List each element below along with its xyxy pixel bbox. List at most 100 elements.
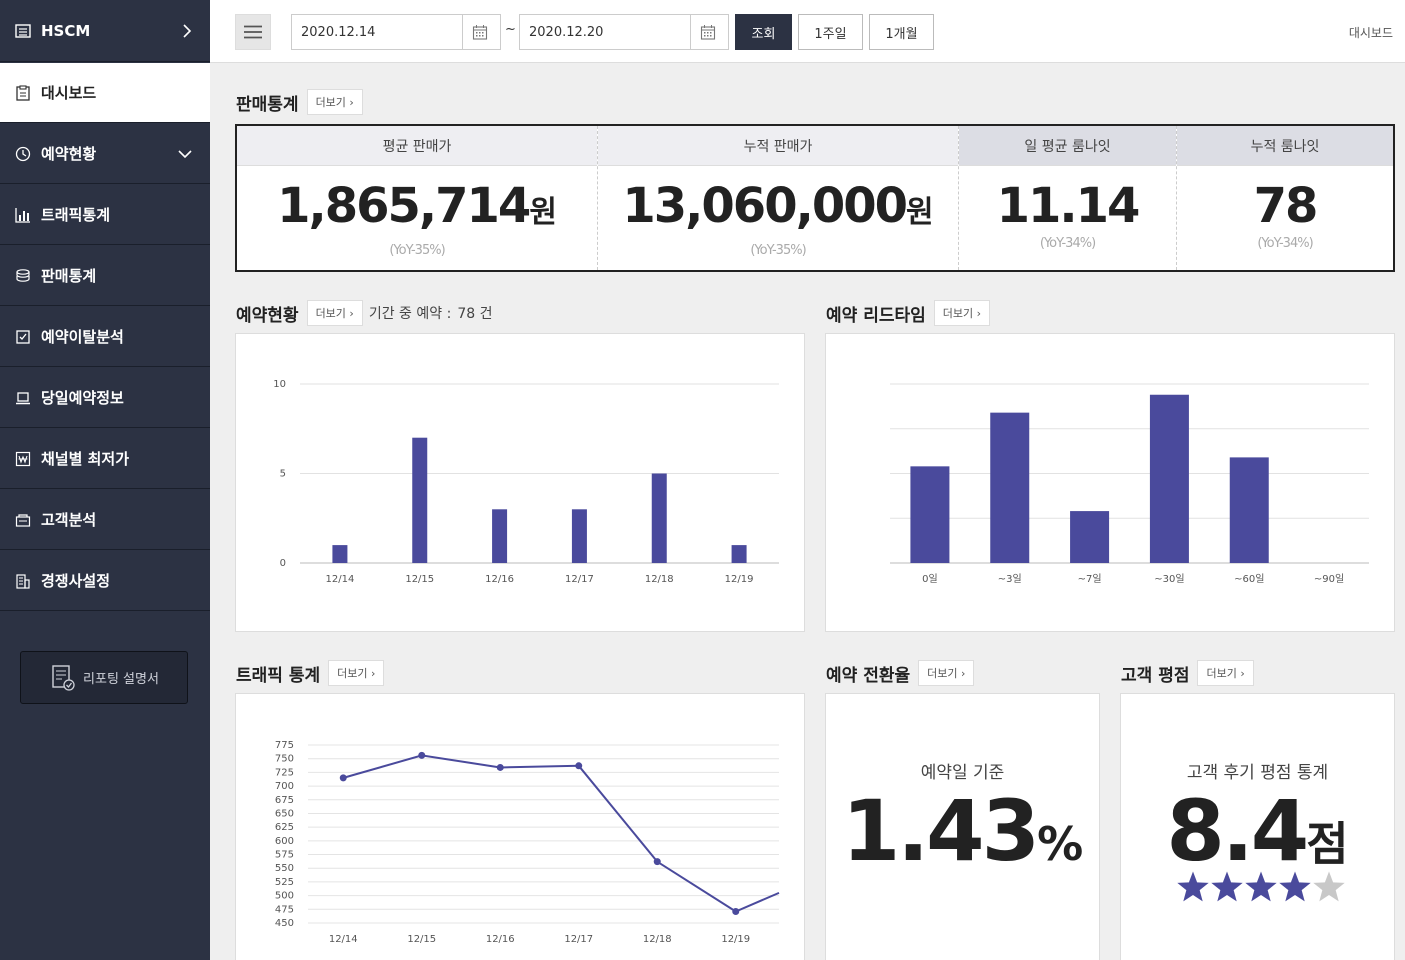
reporting-guide-label: 리포팅 설명서 <box>83 672 159 687</box>
bar <box>1229 457 1269 563</box>
reporting-guide-button[interactable]: 리포팅 설명서 <box>20 651 188 704</box>
x-tick-label: 12/18 <box>643 934 672 945</box>
data-point <box>732 907 740 915</box>
more-label: 더보기 <box>315 96 346 109</box>
rating-more-button[interactable]: 더보기 › <box>1197 660 1254 686</box>
sidebar-item-label: 트래픽통계 <box>41 206 111 224</box>
sidebar-item-label: 대시보드 <box>41 84 97 102</box>
building-icon <box>14 572 32 590</box>
stat-label: 누적 판매가 <box>598 126 958 166</box>
x-tick-label: 12/15 <box>405 574 434 585</box>
x-tick-label: 12/17 <box>565 574 594 585</box>
sidebar-item-today[interactable]: 당일예약정보 <box>0 368 210 428</box>
more-label: 더보기 <box>337 667 368 680</box>
stat-value: 1,865,714원 <box>277 178 557 234</box>
stat-total-price: 누적 판매가 13,060,000원 (YoY-35%) <box>598 126 959 270</box>
sidebar-item-lowest-price[interactable]: 채널별 최저가 <box>0 429 210 489</box>
y-tick-label: 575 <box>275 850 294 861</box>
traffic-line-chart: 450 475 500 525 550 575 600 625 650 675 700 725 750 7… <box>275 740 780 945</box>
rating-panel: 고객 후기 평점 통계 8.4점 <box>1120 693 1395 960</box>
hamburger-icon <box>244 25 262 39</box>
y-tick-label: 675 <box>275 795 294 806</box>
y-tick-label: 775 <box>275 740 294 751</box>
stat-value: 78 <box>1253 178 1319 234</box>
one-week-button[interactable]: 1주일 <box>798 14 863 50</box>
y-tick-label: 500 <box>275 891 294 902</box>
checklist-icon <box>14 328 32 346</box>
bar <box>1070 511 1110 563</box>
rating-value: 8.4점 <box>1166 782 1349 880</box>
rating-section-title: 고객 평점 더보기 › <box>1121 660 1254 686</box>
leadtime-more-button[interactable]: 더보기 › <box>933 300 991 326</box>
conversion-label: 예약일 기준 <box>920 763 1005 783</box>
sidebar-brand[interactable]: HSCM <box>0 0 210 62</box>
sales-more-button[interactable]: 더보기 › <box>306 89 363 115</box>
sidebar-item-sales[interactable]: 판매통계 <box>0 246 210 306</box>
stat-avg-price: 평균 판매가 1,865,714원 (YoY-35%) <box>237 126 598 270</box>
sidebar-item-label: 경쟁사설정 <box>41 572 111 590</box>
data-point <box>653 858 661 866</box>
reservation-section-title: 예약현황 더보기 › 기간 중 예약 : 78 건 <box>236 300 492 326</box>
sidebar-item-reservation[interactable]: 예약현황 <box>0 124 210 184</box>
star-icon <box>1279 871 1311 902</box>
y-tick-label: 5 <box>280 469 286 480</box>
sidebar-item-customer[interactable]: 고객분석 <box>0 490 210 550</box>
leadtime-section-title: 예약 리드타임 더보기 › <box>826 300 991 326</box>
y-tick-label: 475 <box>275 904 294 915</box>
stat-yoy: (YoY-35%) <box>750 243 806 258</box>
section-title-text: 예약 전환율 <box>826 665 911 686</box>
sidebar-item-competitor[interactable]: 경쟁사설정 <box>0 551 210 611</box>
sidebar-item-label: 당일예약정보 <box>41 389 124 407</box>
data-point <box>496 763 504 771</box>
start-date-field[interactable] <box>291 14 501 50</box>
sidebar-item-label: 고객분석 <box>41 511 97 529</box>
section-title-text: 고객 평점 <box>1121 665 1190 686</box>
calendar-icon[interactable] <box>690 15 724 49</box>
stat-label: 일 평균 룸나잇 <box>959 126 1176 166</box>
won-icon <box>14 450 32 468</box>
bar <box>990 412 1030 563</box>
start-date-input[interactable] <box>292 24 462 40</box>
x-tick-label: 12/14 <box>329 934 358 945</box>
x-tick-label: ~3일 <box>998 573 1022 585</box>
end-date-input[interactable] <box>520 24 690 40</box>
x-tick-label: ~7일 <box>1078 573 1102 585</box>
sales-stats-table: 평균 판매가 1,865,714원 (YoY-35%) 누적 판매가 13,06… <box>235 124 1395 272</box>
conversion-value: 1.43% <box>841 782 1084 880</box>
stat-value: 13,060,000원 <box>622 178 934 234</box>
bar <box>1149 394 1189 563</box>
bar <box>651 473 667 563</box>
sidebar-item-label: 채널별 최저가 <box>41 450 130 468</box>
sidebar-item-dashboard[interactable]: 대시보드 <box>0 63 210 123</box>
section-title-text: 예약 리드타임 <box>826 305 926 326</box>
rating-label: 고객 후기 평점 통계 <box>1186 763 1329 783</box>
bar-chart-icon <box>14 206 32 224</box>
sidebar-item-label: 판매통계 <box>41 267 97 285</box>
series-line <box>342 754 780 913</box>
data-point <box>418 751 426 759</box>
menu-toggle-button[interactable] <box>235 14 271 50</box>
more-label: 더보기 <box>942 307 974 320</box>
search-button[interactable]: 조회 <box>735 14 792 50</box>
bar <box>731 545 747 563</box>
sidebar-item-traffic[interactable]: 트래픽통계 <box>0 185 210 245</box>
y-tick-label: 625 <box>275 822 294 833</box>
x-tick-label: 12/19 <box>725 574 754 585</box>
chevron-down-icon <box>178 149 192 159</box>
one-month-button[interactable]: 1개월 <box>869 14 934 50</box>
end-date-field[interactable] <box>519 14 729 50</box>
traffic-chart-panel: 450 475 500 525 550 575 600 625 650 675 700 725 750 7… <box>235 693 805 960</box>
date-separator: ~ <box>505 22 516 37</box>
clipboard-icon <box>14 84 32 102</box>
y-tick-label: 10 <box>273 379 286 390</box>
conversion-more-button[interactable]: 더보기 › <box>918 660 975 686</box>
calendar-icon[interactable] <box>462 15 496 49</box>
x-tick-label: 12/19 <box>721 934 750 945</box>
bar <box>910 466 950 563</box>
sidebar-item-dropout[interactable]: 예약이탈분석 <box>0 307 210 367</box>
reservation-more-button[interactable]: 더보기 › <box>306 300 363 326</box>
star-icon <box>1211 871 1243 902</box>
y-tick-label: 700 <box>275 781 294 792</box>
customer-icon <box>14 511 32 529</box>
traffic-more-button[interactable]: 더보기 › <box>328 660 385 686</box>
